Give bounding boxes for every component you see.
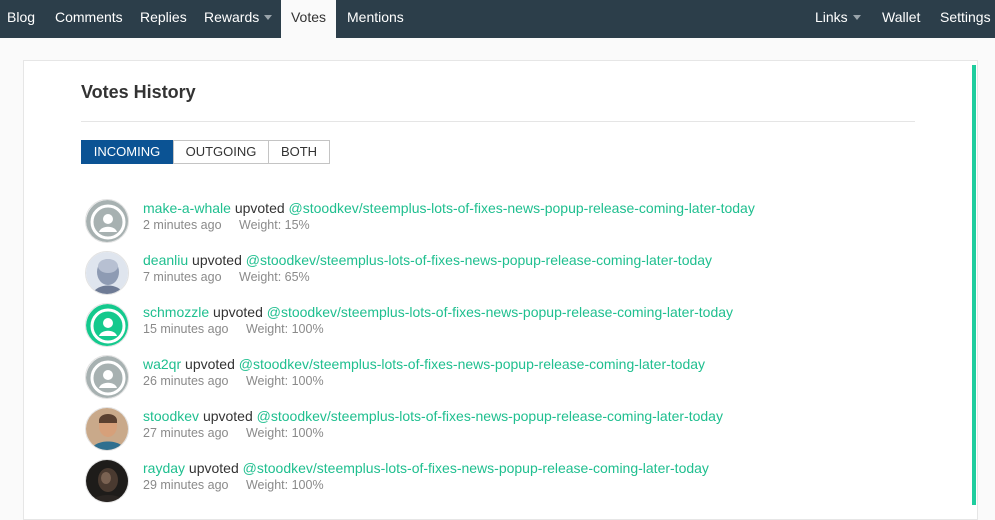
nav-settings[interactable]: Settings xyxy=(940,0,991,38)
vote-weight: Weight: 100% xyxy=(245,426,324,440)
vote-action: upvoted xyxy=(188,460,239,476)
list-item: schmozzle upvoted @stoodkev/steemplus-lo… xyxy=(85,303,965,349)
vote-action: upvoted xyxy=(213,304,263,320)
post-link[interactable]: @stoodkev/steemplus-lots-of-fixes-news-p… xyxy=(289,200,755,216)
tab-both[interactable]: BOTH xyxy=(268,140,330,164)
vote-line: make-a-whale upvoted @stoodkev/steemplus… xyxy=(143,200,755,216)
avatar[interactable] xyxy=(85,407,129,451)
list-item: wa2qr upvoted @stoodkev/steemplus-lots-o… xyxy=(85,355,965,401)
chevron-down-icon xyxy=(264,15,273,20)
page-title: Votes History xyxy=(81,82,196,102)
vote-time: 27 minutes ago xyxy=(143,426,229,440)
vote-action: upvoted xyxy=(202,408,253,424)
post-link[interactable]: @stoodkev/steemplus-lots-of-fixes-news-p… xyxy=(243,460,709,476)
vote-time: 15 minutes ago xyxy=(143,322,229,336)
top-navbar: Blog Comments Replies Rewards Votes Ment… xyxy=(0,0,995,38)
vote-meta: 26 minutes ago Weight: 100% xyxy=(143,374,324,388)
vote-weight: Weight: 100% xyxy=(245,374,324,388)
vote-time: 7 minutes ago xyxy=(143,270,222,284)
nav-votes[interactable]: Votes xyxy=(281,0,336,38)
default-avatar-icon[interactable] xyxy=(85,355,129,399)
vote-line: wa2qr upvoted @stoodkev/steemplus-lots-o… xyxy=(143,356,705,372)
vote-weight: Weight: 100% xyxy=(245,478,324,492)
post-link[interactable]: @stoodkev/steemplus-lots-of-fixes-news-p… xyxy=(239,356,705,372)
chevron-down-icon xyxy=(852,15,861,20)
vote-meta: 7 minutes ago Weight: 65% xyxy=(143,270,310,284)
voter-link[interactable]: rayday xyxy=(143,460,185,476)
default-avatar-icon[interactable] xyxy=(85,303,129,347)
voter-link[interactable]: make-a-whale xyxy=(143,200,231,216)
vote-meta: 27 minutes ago Weight: 100% xyxy=(143,426,324,440)
voter-link[interactable]: stoodkev xyxy=(143,408,199,424)
nav-wallet[interactable]: Wallet xyxy=(882,0,920,38)
vote-meta: 29 minutes ago Weight: 100% xyxy=(143,478,324,492)
vote-time: 29 minutes ago xyxy=(143,478,229,492)
tab-outgoing[interactable]: OUTGOING xyxy=(173,140,269,164)
nav-replies[interactable]: Replies xyxy=(140,0,187,38)
vote-line: rayday upvoted @stoodkev/steemplus-lots-… xyxy=(143,460,709,476)
voter-link[interactable]: schmozzle xyxy=(143,304,209,320)
list-item: deanliu upvoted @stoodkev/steemplus-lots… xyxy=(85,251,965,297)
post-link[interactable]: @stoodkev/steemplus-lots-of-fixes-news-p… xyxy=(257,408,723,424)
post-link[interactable]: @stoodkev/steemplus-lots-of-fixes-news-p… xyxy=(267,304,733,320)
divider xyxy=(81,121,915,122)
accent-bar xyxy=(972,65,976,505)
vote-weight: Weight: 65% xyxy=(239,270,310,284)
vote-weight: Weight: 100% xyxy=(245,322,324,336)
voter-link[interactable]: deanliu xyxy=(143,252,188,268)
vote-meta: 15 minutes ago Weight: 100% xyxy=(143,322,324,336)
post-link[interactable]: @stoodkev/steemplus-lots-of-fixes-news-p… xyxy=(246,252,712,268)
vote-time: 26 minutes ago xyxy=(143,374,229,388)
nav-rewards-label: Rewards xyxy=(204,9,260,25)
nav-mentions[interactable]: Mentions xyxy=(347,0,404,38)
nav-links-label: Links xyxy=(815,9,848,25)
voter-link[interactable]: wa2qr xyxy=(143,356,181,372)
list-item: stoodkev upvoted @stoodkev/steemplus-lot… xyxy=(85,407,965,453)
vote-action: upvoted xyxy=(185,356,235,372)
vote-line: stoodkev upvoted @stoodkev/steemplus-lot… xyxy=(143,408,723,424)
vote-action: upvoted xyxy=(234,200,285,216)
nav-rewards[interactable]: Rewards xyxy=(204,0,273,38)
vote-line: deanliu upvoted @stoodkev/steemplus-lots… xyxy=(143,252,712,268)
list-item: make-a-whale upvoted @stoodkev/steemplus… xyxy=(85,199,965,245)
nav-links[interactable]: Links xyxy=(815,0,861,38)
avatar[interactable] xyxy=(85,459,129,503)
vote-meta: 2 minutes ago Weight: 15% xyxy=(143,218,310,232)
default-avatar-icon[interactable] xyxy=(85,199,129,243)
tab-incoming[interactable]: INCOMING xyxy=(81,140,173,164)
vote-line: schmozzle upvoted @stoodkev/steemplus-lo… xyxy=(143,304,733,320)
nav-blog[interactable]: Blog xyxy=(7,0,35,38)
list-item: rayday upvoted @stoodkev/steemplus-lots-… xyxy=(85,459,965,505)
vote-action: upvoted xyxy=(192,252,242,268)
nav-comments[interactable]: Comments xyxy=(55,0,123,38)
vote-time: 2 minutes ago xyxy=(143,218,222,232)
vote-weight: Weight: 15% xyxy=(239,218,310,232)
avatar[interactable] xyxy=(85,251,129,295)
